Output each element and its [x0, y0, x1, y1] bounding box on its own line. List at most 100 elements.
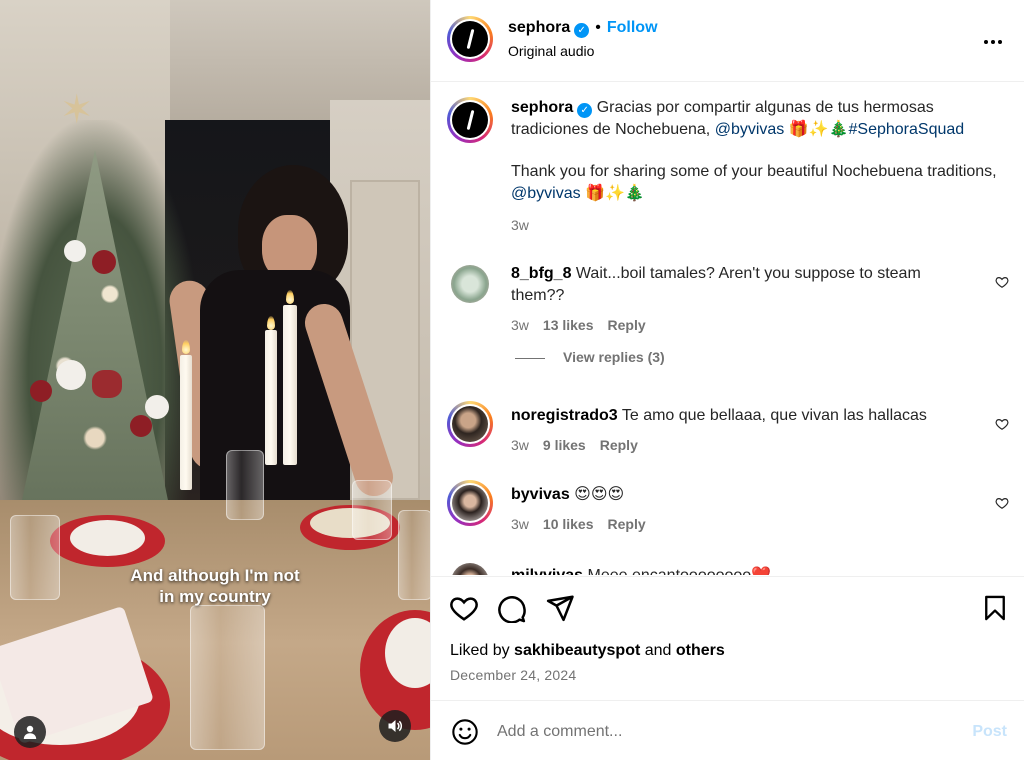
avatar-photo — [452, 485, 488, 521]
candle-flame — [267, 316, 275, 330]
like-comment-heart-icon[interactable] — [995, 275, 1009, 289]
more-options-icon — [984, 40, 1002, 44]
more-options-button[interactable] — [981, 30, 1005, 54]
commenter-avatar[interactable] — [451, 265, 489, 303]
candle — [180, 355, 192, 490]
comment-age: 3w — [511, 437, 529, 453]
mute-button[interactable] — [379, 710, 411, 742]
caption-emoji: 🎁✨🎄 — [580, 184, 645, 202]
share-send-icon[interactable] — [545, 593, 575, 623]
comment-username[interactable]: milyvivas — [511, 567, 583, 575]
reply-button[interactable]: Reply — [608, 516, 646, 532]
comment-likes[interactable]: 10 likes — [543, 516, 594, 532]
hashtag-link[interactable]: #SephoraSquad — [849, 121, 965, 138]
white-plate — [70, 520, 145, 556]
commenter-avatar[interactable] — [447, 480, 493, 526]
comment-input[interactable] — [497, 719, 927, 745]
liked-by-mid: and — [640, 642, 676, 659]
comment-likes[interactable]: 9 likes — [543, 437, 586, 453]
ornament — [92, 370, 122, 398]
ornament — [92, 250, 116, 274]
follow-button[interactable]: Follow — [607, 19, 658, 36]
comment-age: 3w — [511, 516, 529, 532]
glass — [398, 510, 430, 600]
comment-text: noregistrado3 Te amo que bellaaa, que vi… — [511, 405, 981, 427]
ornament — [64, 240, 86, 262]
post-media[interactable]: ✶ And although I'm not in my country — [0, 0, 430, 760]
ornament — [145, 395, 169, 419]
post-comment-button[interactable]: Post — [972, 723, 1007, 741]
comment-bubble-icon[interactable] — [497, 593, 527, 623]
comment-item: byvivas 😍😍😍 3w 10 likes Reply — [447, 480, 1009, 550]
comment-body: 😍😍😍 — [569, 486, 625, 503]
caption-text: sephora ✓ Gracias por compartir algunas d… — [511, 97, 1001, 204]
comment-item: noregistrado3 Te amo que bellaaa, que vi… — [447, 401, 1009, 471]
candle-flame — [182, 340, 190, 354]
video-caption: And although I'm not in my country — [90, 565, 340, 607]
liked-by-line: Liked by sakhibeautyspot and others — [450, 642, 725, 660]
mention-link[interactable]: @byvivas — [511, 185, 581, 202]
header-title-row: sephora ✓ • Follow — [508, 19, 658, 38]
mention-link[interactable]: @byvivas — [715, 121, 785, 138]
post-details-panel: sephora ✓ • Follow Original audio sephora ✓ … — [430, 0, 1024, 760]
post-caption: sephora ✓ Gracias por compartir algunas d… — [447, 97, 1009, 247]
comment-item: 8_bfg_8 Wait...boil tamales? Aren't you … — [447, 263, 1009, 373]
caption-author-avatar[interactable] — [447, 97, 493, 143]
tagged-users-button[interactable] — [14, 716, 46, 748]
like-comment-heart-icon[interactable] — [995, 417, 1009, 431]
post-date[interactable]: December 24, 2024 — [450, 667, 576, 683]
speaker-icon — [388, 720, 402, 732]
user-icon — [23, 725, 37, 739]
video-caption-line: in my country — [159, 587, 271, 606]
caption-username[interactable]: sephora — [511, 99, 573, 116]
emoji-icon[interactable] — [451, 718, 479, 746]
commenter-avatar[interactable] — [451, 563, 489, 575]
comment-username[interactable]: byvivas — [511, 486, 570, 503]
like-heart-icon[interactable] — [449, 593, 479, 623]
commenter-avatar[interactable] — [447, 401, 493, 447]
view-replies-button[interactable]: View replies (3) — [563, 349, 665, 365]
tree-topper: ✶ — [60, 88, 94, 132]
verified-badge-icon: ✓ — [577, 103, 593, 118]
save-bookmark-icon[interactable] — [981, 593, 1009, 623]
caption-age: 3w — [511, 217, 529, 233]
glass — [190, 605, 265, 750]
comment-text: byvivas 😍😍😍 — [511, 484, 981, 506]
comments-list[interactable]: sephora ✓ Gracias por compartir algunas d… — [431, 83, 1024, 575]
glass — [226, 450, 264, 520]
comment-body: Meee encantoooooooo❤️ — [583, 567, 772, 575]
add-comment-bar: Post — [431, 700, 1024, 760]
comment-username[interactable]: noregistrado3 — [511, 407, 618, 424]
caption-english: Thank you for sharing some of your beaut… — [511, 163, 997, 180]
comment-username[interactable]: 8_bfg_8 — [511, 265, 571, 282]
ornament — [30, 380, 52, 402]
reply-button[interactable]: Reply — [600, 437, 638, 453]
comment-age: 3w — [511, 317, 529, 333]
glass — [352, 480, 392, 540]
caption-emoji: 🎁✨🎄 — [784, 120, 849, 138]
reply-button[interactable]: Reply — [608, 317, 646, 333]
comment-text: milyvivas Meee encantoooooooo❤️ — [511, 565, 981, 575]
comment-body: Wait...boil tamales? Aren't you suppose … — [511, 265, 921, 304]
comment-likes[interactable]: 13 likes — [543, 317, 594, 333]
sephora-logo-icon — [452, 102, 488, 138]
ornament — [130, 415, 152, 437]
like-comment-heart-icon[interactable] — [995, 496, 1009, 510]
video-caption-line: And although I'm not — [130, 566, 300, 585]
candle — [283, 305, 297, 465]
liked-by-others[interactable]: others — [676, 642, 725, 659]
comment-text: 8_bfg_8 Wait...boil tamales? Aren't you … — [511, 263, 971, 306]
author-username[interactable]: sephora — [508, 19, 570, 36]
comment-meta: 3w 9 likes Reply — [511, 437, 638, 453]
author-avatar[interactable] — [447, 16, 493, 62]
verified-badge-icon: ✓ — [574, 23, 590, 38]
candle-flame — [286, 290, 294, 304]
separator-dot: • — [595, 19, 601, 36]
comment-meta: 3w 10 likes Reply — [511, 516, 646, 532]
audio-link[interactable]: Original audio — [508, 43, 594, 59]
avatar-photo — [452, 406, 488, 442]
liked-by-user[interactable]: sakhibeautyspot — [514, 642, 640, 659]
comment-body: Te amo que bellaaa, que vivan las hallac… — [617, 407, 927, 424]
ornament — [56, 360, 86, 390]
liked-by-prefix: Liked by — [450, 642, 515, 659]
